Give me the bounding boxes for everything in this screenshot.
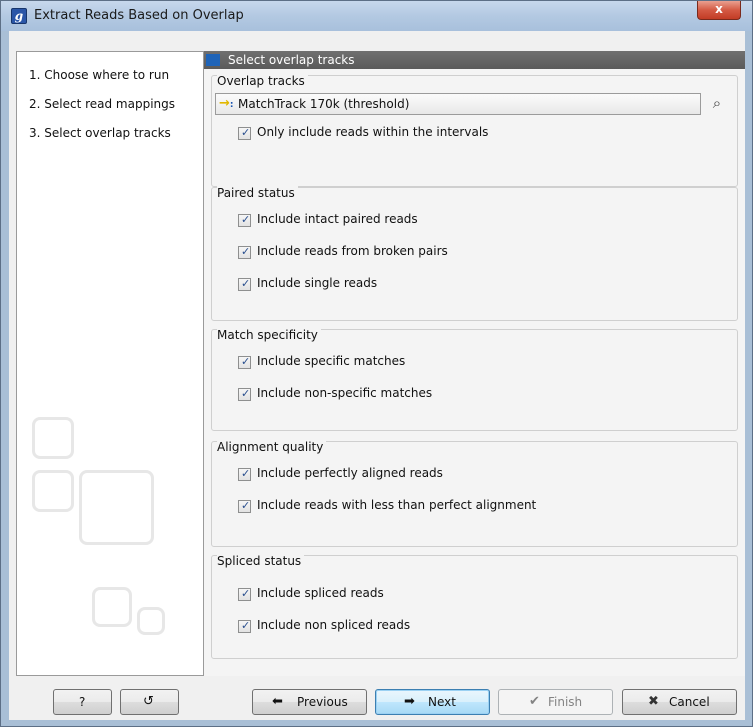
cancel-x-icon: ✖ (648, 694, 659, 709)
overlap-track-value: MatchTrack 170k (threshold) (238, 97, 410, 111)
group-title: Paired status (217, 186, 298, 200)
checkbox-label: Only include reads within the intervals (257, 125, 489, 139)
checkbox-label: Include specific matches (257, 354, 406, 368)
check-mark-icon: ✓ (241, 387, 251, 400)
cancel-label: Cancel (669, 695, 710, 709)
checkbox-label: Include reads from broken pairs (257, 244, 448, 258)
alignment-quality-group: Alignment quality ✓ Include perfectly al… (211, 440, 738, 547)
checkbox-box[interactable]: ✓ (238, 277, 251, 291)
content-header: Select overlap tracks (204, 51, 745, 69)
browse-icon[interactable]: ⌕ (706, 94, 728, 114)
watermark-square (137, 607, 165, 635)
checkbox-label: Include reads with less than perfect ali… (257, 498, 537, 512)
checkbox-box[interactable]: ✓ (238, 355, 251, 369)
step-content: Select overlap tracks Overlap tracks →: … (204, 51, 745, 676)
window-title: Extract Reads Based on Overlap (34, 8, 244, 23)
check-mark-icon: ✓ (241, 619, 251, 632)
next-label: Next (428, 695, 456, 709)
help-button[interactable]: ? (53, 689, 112, 715)
checkbox-box[interactable]: ✓ (238, 213, 251, 227)
reset-icon: ↺ (143, 694, 154, 709)
app-logo-icon: g (11, 8, 27, 24)
arrow-left-icon: ⬅ (272, 694, 283, 709)
check-mark-icon: ✓ (241, 126, 251, 139)
checkbox-label: Include intact paired reads (257, 212, 418, 226)
check-mark-icon: ✓ (241, 467, 251, 480)
watermark-square (32, 417, 74, 459)
previous-button[interactable]: ⬅ Previous (252, 689, 367, 715)
cancel-button[interactable]: ✖ Cancel (622, 689, 737, 715)
match-specificity-group: Match specificity ✓ Include specific mat… (211, 328, 738, 431)
check-mark-icon: ✓ (241, 277, 251, 290)
check-mark-icon: ✓ (241, 213, 251, 226)
finish-label: Finish (548, 695, 583, 709)
help-label: ? (79, 695, 86, 709)
group-title: Alignment quality (217, 440, 327, 454)
checkbox-box[interactable]: ✓ (238, 467, 251, 481)
group-title: Match specificity (217, 328, 321, 342)
checkbox-box[interactable]: ✓ (238, 619, 251, 633)
overlap-track-field[interactable]: →: MatchTrack 170k (threshold) (215, 93, 701, 115)
finish-button[interactable]: ✔ Finish (498, 689, 613, 715)
content-header-title: Select overlap tracks (228, 53, 355, 67)
check-mark-icon: ✓ (241, 355, 251, 368)
overlap-tracks-group: Overlap tracks →: MatchTrack 170k (thres… (211, 74, 738, 187)
spliced-status-group: Spliced status ✓ Include spliced reads ✓… (211, 554, 738, 659)
step-select-overlap-tracks: 3. Select overlap tracks (29, 126, 171, 140)
check-mark-icon: ✓ (241, 499, 251, 512)
checkbox-box[interactable]: ✓ (238, 245, 251, 259)
group-title: Overlap tracks (217, 74, 308, 88)
previous-label: Previous (297, 695, 348, 709)
check-mark-icon: ✓ (241, 245, 251, 258)
step-header-icon (206, 54, 220, 66)
watermark-square (79, 470, 154, 545)
step-select-read-mappings: 2. Select read mappings (29, 97, 176, 111)
wizard-steps-panel: 1. Choose where to run 2. Select read ma… (16, 51, 204, 676)
watermark-square (32, 470, 74, 512)
arrow-right-icon: ➡ (404, 694, 415, 709)
track-icon: →: (219, 96, 234, 111)
checkbox-label: Include non spliced reads (257, 618, 411, 632)
checkbox-label: Include spliced reads (257, 586, 384, 600)
checkbox-box[interactable]: ✓ (238, 387, 251, 401)
dialog-window: g Extract Reads Based on Overlap x 1. Ch… (0, 0, 753, 727)
step-choose-where-to-run: 1. Choose where to run (29, 68, 170, 82)
checkbox-box[interactable]: ✓ (238, 126, 251, 140)
dialog-body: 1. Choose where to run 2. Select read ma… (9, 31, 745, 720)
checkbox-label: Include perfectly aligned reads (257, 466, 443, 480)
check-icon: ✔ (529, 694, 540, 709)
checkbox-label: Include non-specific matches (257, 386, 433, 400)
paired-status-group: Paired status ✓ Include intact paired re… (211, 186, 738, 321)
close-button[interactable]: x (697, 1, 741, 20)
next-button[interactable]: ➡ Next (375, 689, 490, 715)
checkbox-box[interactable]: ✓ (238, 499, 251, 513)
watermark-square (92, 587, 132, 627)
title-bar[interactable]: g Extract Reads Based on Overlap x (1, 1, 752, 31)
reset-button[interactable]: ↺ (120, 689, 179, 715)
check-mark-icon: ✓ (241, 587, 251, 600)
checkbox-label: Include single reads (257, 276, 378, 290)
checkbox-box[interactable]: ✓ (238, 587, 251, 601)
group-title: Spliced status (217, 554, 305, 568)
